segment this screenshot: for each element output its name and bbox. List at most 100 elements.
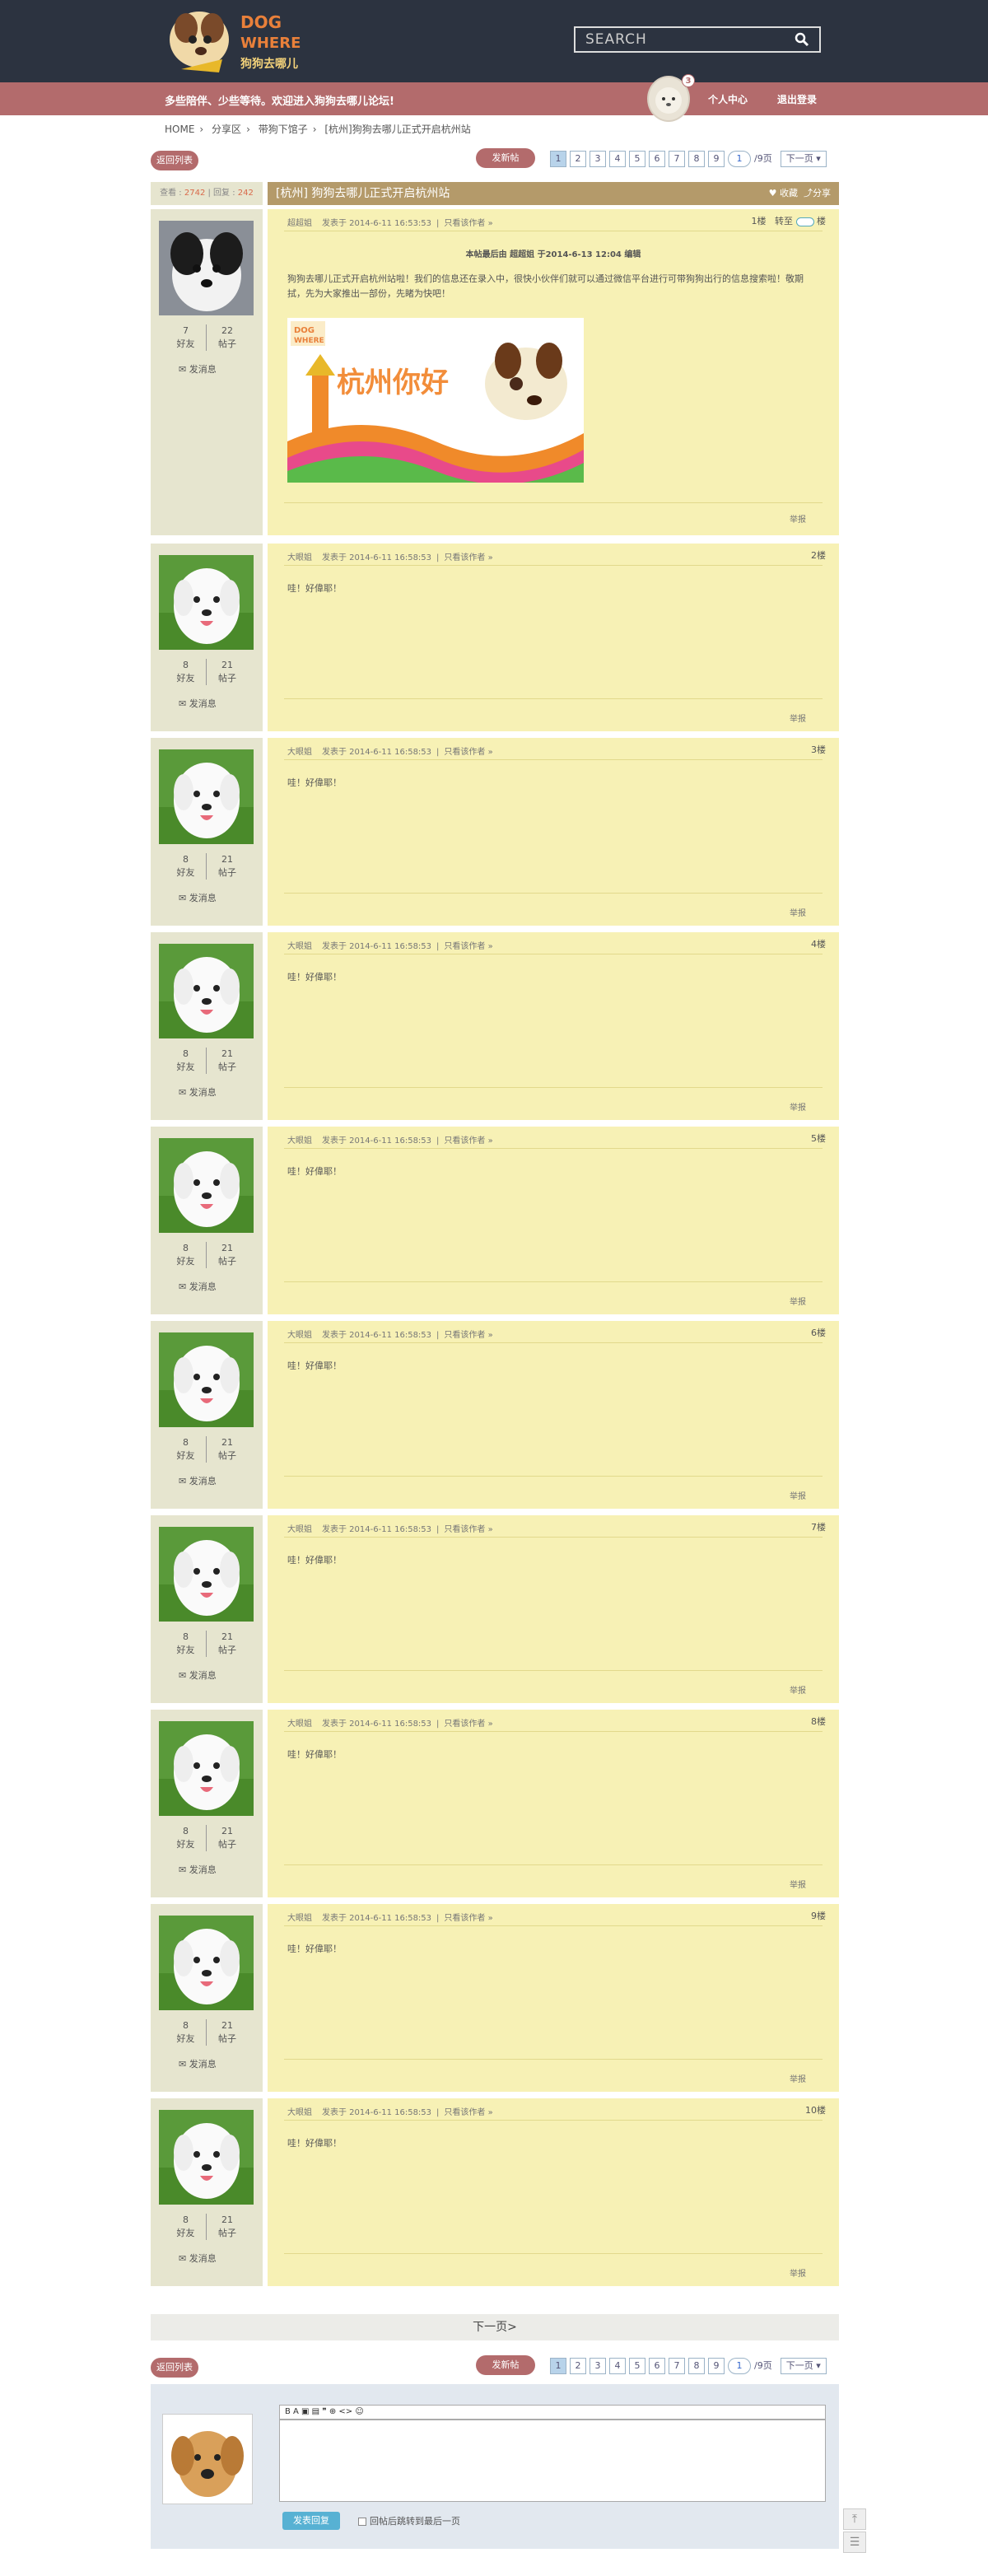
send-message-link[interactable]: ✉ 发消息 (179, 697, 217, 710)
post-author[interactable]: 大眼姐 (287, 942, 312, 951)
page-link[interactable]: 1 (550, 2358, 566, 2374)
send-message-link[interactable]: ✉ 发消息 (179, 2252, 217, 2265)
page-jump-input[interactable]: 1 (728, 2358, 751, 2374)
report-link[interactable]: 举报 (790, 2072, 806, 2084)
next-page-dropdown[interactable]: 下一页 ▾ (780, 2358, 827, 2374)
send-message-link[interactable]: ✉ 发消息 (179, 362, 217, 376)
page-link[interactable]: 4 (609, 151, 626, 167)
back-to-top-icon[interactable]: ⤒ (843, 2508, 866, 2530)
report-link[interactable]: 举报 (790, 512, 806, 525)
floor-jump-input[interactable] (795, 217, 814, 226)
breadcrumb-home[interactable]: HOME (165, 124, 194, 135)
page-link[interactable]: 1 (550, 151, 566, 167)
page-jump-input[interactable]: 1 (728, 151, 751, 167)
page-link[interactable]: 4 (609, 2358, 626, 2374)
page-link[interactable]: 6 (649, 2358, 665, 2374)
only-author-link[interactable]: 只看该作者 » (444, 942, 492, 951)
author-avatar[interactable] (159, 1916, 254, 2010)
send-message-link[interactable]: ✉ 发消息 (179, 1474, 217, 1487)
new-post-button[interactable]: 发新帖 (476, 148, 535, 168)
author-avatar[interactable] (159, 221, 254, 315)
page-link[interactable]: 2 (570, 151, 586, 167)
post-image[interactable]: 杭州你好 DOG WHERE (287, 318, 584, 483)
author-avatar[interactable] (159, 1332, 254, 1427)
reply-textarea[interactable] (279, 2420, 826, 2502)
post-author[interactable]: 超超姐 (287, 219, 312, 228)
author-avatar[interactable] (159, 2110, 254, 2205)
only-author-link[interactable]: 只看该作者 » (444, 1136, 492, 1146)
post-author[interactable]: 大眼姐 (287, 748, 312, 757)
only-author-link[interactable]: 只看该作者 » (444, 2108, 492, 2117)
page-link[interactable]: 3 (590, 151, 606, 167)
breadcrumb-category[interactable]: 带狗下馆子 (259, 124, 308, 135)
editor-toolbar[interactable]: B A ▣ ▤ ❞ ⊕ <> ☺ (279, 2405, 826, 2420)
share-link[interactable]: 分享 (813, 188, 831, 198)
page-link[interactable]: 8 (688, 151, 705, 167)
next-page-bar[interactable]: 下一页> (151, 2314, 839, 2340)
report-link[interactable]: 举报 (790, 1295, 806, 1307)
only-author-link[interactable]: 只看该作者 » (444, 219, 492, 228)
search-icon[interactable] (795, 32, 809, 47)
list-icon[interactable]: ☰ (843, 2532, 866, 2553)
send-message-link[interactable]: ✉ 发消息 (179, 2057, 217, 2070)
new-post-button-bottom[interactable]: 发新帖 (476, 2355, 535, 2375)
search-input[interactable]: SEARCH (585, 31, 795, 48)
author-avatar[interactable] (159, 555, 254, 650)
send-message-link[interactable]: ✉ 发消息 (179, 891, 217, 904)
report-link[interactable]: 举报 (790, 1489, 806, 1501)
report-link[interactable]: 举报 (790, 1683, 806, 1696)
report-link[interactable]: 举报 (790, 906, 806, 918)
share-icon[interactable]: ⤴ (804, 188, 813, 198)
author-avatar[interactable] (159, 1721, 254, 1816)
page-link[interactable]: 6 (649, 151, 665, 167)
page-link[interactable]: 9 (708, 151, 725, 167)
page-link[interactable]: 5 (629, 151, 645, 167)
site-logo[interactable]: DOG WHERE 狗狗去哪儿 (165, 3, 321, 76)
author-avatar[interactable] (159, 1527, 254, 1622)
send-message-link[interactable]: ✉ 发消息 (179, 1085, 217, 1099)
post-author[interactable]: 大眼姐 (287, 1914, 312, 1923)
favorite-link[interactable]: 收藏 (780, 188, 798, 198)
notification-badge[interactable]: 3 (682, 74, 695, 87)
post-author[interactable]: 大眼姐 (287, 1525, 312, 1534)
jump-last-page-checkbox[interactable]: 回帖后跳转到最后一页 (358, 2514, 460, 2527)
only-author-link[interactable]: 只看该作者 » (444, 553, 492, 562)
report-link[interactable]: 举报 (790, 1100, 806, 1113)
send-message-link[interactable]: ✉ 发消息 (179, 1668, 217, 1682)
only-author-link[interactable]: 只看该作者 » (444, 1525, 492, 1534)
page-link[interactable]: 8 (688, 2358, 705, 2374)
only-author-link[interactable]: 只看该作者 » (444, 1720, 492, 1729)
post-author[interactable]: 大眼姐 (287, 553, 312, 562)
heart-icon[interactable]: ♥ (769, 188, 777, 198)
page-link[interactable]: 3 (590, 2358, 606, 2374)
only-author-link[interactable]: 只看该作者 » (444, 1914, 492, 1923)
page-link[interactable]: 7 (669, 151, 685, 167)
back-to-list-button[interactable]: 返回列表 (151, 151, 198, 170)
only-author-link[interactable]: 只看该作者 » (444, 748, 492, 757)
breadcrumb-share[interactable]: 分享区 (212, 124, 241, 135)
report-link[interactable]: 举报 (790, 2266, 806, 2279)
page-link[interactable]: 2 (570, 2358, 586, 2374)
post-author[interactable]: 大眼姐 (287, 2108, 312, 2117)
back-to-list-button-bottom[interactable]: 返回列表 (151, 2358, 198, 2378)
only-author-link[interactable]: 只看该作者 » (444, 1331, 492, 1340)
submit-reply-button[interactable]: 发表回复 (282, 2512, 340, 2530)
report-link[interactable]: 举报 (790, 712, 806, 724)
author-avatar[interactable] (159, 749, 254, 844)
post-author[interactable]: 大眼姐 (287, 1331, 312, 1340)
post-author[interactable]: 大眼姐 (287, 1136, 312, 1146)
author-avatar[interactable] (159, 944, 254, 1038)
report-link[interactable]: 举报 (790, 1878, 806, 1890)
profile-link[interactable]: 个人中心 (708, 92, 748, 106)
author-avatar[interactable] (159, 1138, 254, 1233)
breadcrumb-thread[interactable]: [杭州]狗狗去哪儿正式开启杭州站 (324, 124, 470, 135)
page-link[interactable]: 5 (629, 2358, 645, 2374)
post-author[interactable]: 大眼姐 (287, 1720, 312, 1729)
logout-link[interactable]: 退出登录 (777, 92, 817, 106)
page-link[interactable]: 9 (708, 2358, 725, 2374)
send-message-link[interactable]: ✉ 发消息 (179, 1280, 217, 1293)
next-page-dropdown[interactable]: 下一页 ▾ (780, 151, 827, 167)
page-link[interactable]: 7 (669, 2358, 685, 2374)
send-message-link[interactable]: ✉ 发消息 (179, 1863, 217, 1876)
search-box[interactable]: SEARCH (574, 26, 821, 53)
